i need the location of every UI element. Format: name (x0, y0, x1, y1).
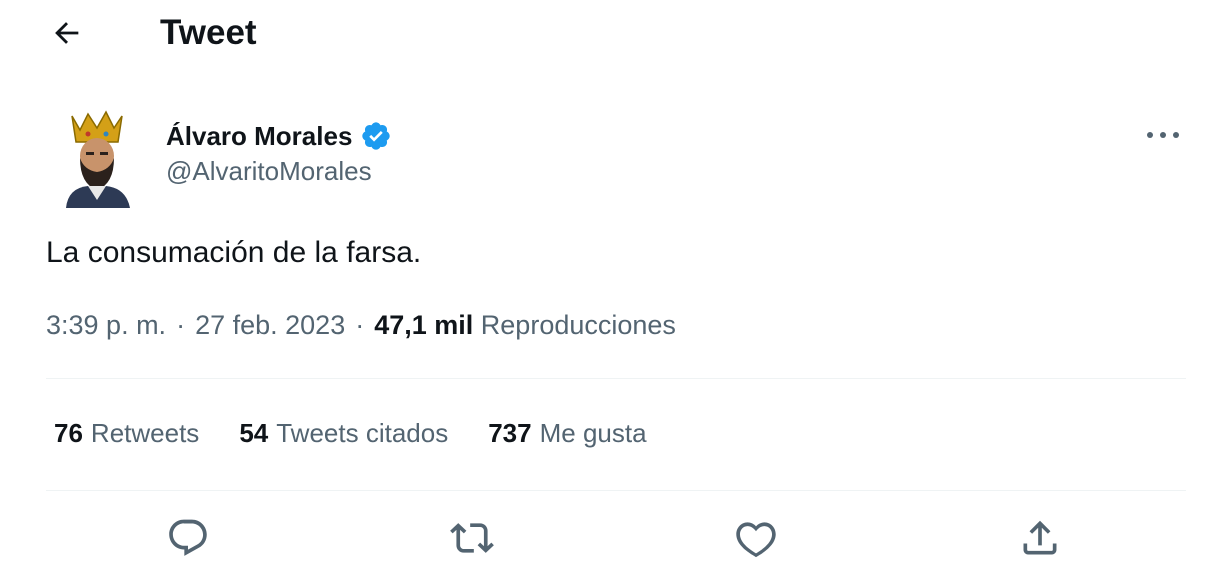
divider (46, 378, 1186, 379)
views-count: 47,1 mil (374, 310, 474, 340)
stat-retweets[interactable]: 76 Retweets (54, 418, 199, 449)
author-name[interactable]: Álvaro Morales (166, 121, 352, 152)
retweet-icon[interactable] (450, 516, 494, 560)
tweet-meta: 3:39 p. m. · 27 feb. 2023 · 47,1 mil Rep… (46, 310, 676, 341)
avatar[interactable] (58, 108, 136, 208)
tweet-date[interactable]: 27 feb. 2023 (195, 310, 345, 341)
divider (46, 490, 1186, 491)
stat-likes[interactable]: 737 Me gusta (488, 418, 646, 449)
reply-icon[interactable] (166, 516, 210, 560)
back-arrow-icon[interactable] (50, 16, 84, 50)
meta-separator: · (355, 310, 365, 340)
views-label: Reproducciones (480, 310, 676, 340)
like-icon[interactable] (734, 516, 778, 560)
share-icon[interactable] (1018, 516, 1062, 560)
author-handle[interactable]: @AlvaritoMorales (166, 156, 372, 187)
verified-badge-icon (360, 120, 392, 152)
meta-separator: · (176, 310, 186, 340)
tweet-stats: 76 Retweets 54 Tweets citados 737 Me gusta (54, 418, 647, 449)
page-title: Tweet (160, 13, 257, 52)
stat-quote-tweets[interactable]: 54 Tweets citados (239, 418, 448, 449)
more-options-icon[interactable] (1142, 120, 1184, 150)
author-name-row[interactable]: Álvaro Morales (166, 116, 392, 156)
tweet-text: La consumación de la farsa. (46, 236, 422, 269)
tweet-time[interactable]: 3:39 p. m. (46, 310, 166, 341)
